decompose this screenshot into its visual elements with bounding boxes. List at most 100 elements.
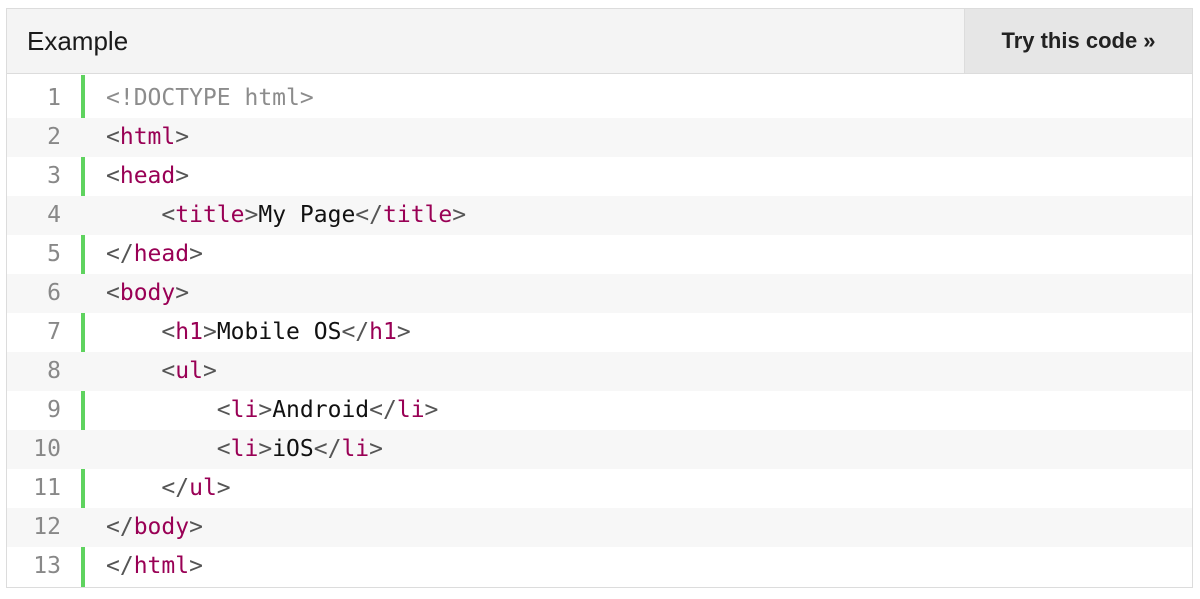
- bracket-token: </: [161, 475, 190, 501]
- code-line: 6 <body>: [7, 274, 1192, 313]
- tag-name-token: body: [133, 514, 190, 540]
- code-text: </body>: [106, 508, 203, 547]
- tag-name-token: ul: [175, 358, 203, 384]
- line-number: 1: [47, 85, 61, 111]
- tag-name-token: h1: [369, 319, 397, 345]
- text-token: My Page: [258, 202, 356, 228]
- try-this-code-button[interactable]: Try this code »: [964, 9, 1192, 73]
- line-number: 5: [47, 241, 61, 267]
- tag-name-token: title: [383, 202, 453, 228]
- line-number: 7: [47, 319, 61, 345]
- line-number: 12: [33, 514, 61, 540]
- tag-name-token: h1: [175, 319, 203, 345]
- text-token: iOS: [272, 436, 314, 462]
- bracket-token: >: [452, 202, 467, 228]
- bracket-token: </: [369, 397, 397, 423]
- bracket-token: >: [175, 163, 190, 189]
- bracket-token: </: [106, 241, 134, 267]
- bracket-token: <: [106, 163, 120, 189]
- tag-name-token: ul: [189, 475, 217, 501]
- bracket-token: </: [313, 436, 342, 462]
- code-text: </head>: [106, 235, 203, 274]
- example-header: Example Try this code »: [7, 9, 1192, 74]
- bracket-token: <: [161, 358, 176, 384]
- code-text: <ul>: [106, 352, 217, 391]
- bracket-token: >: [216, 475, 231, 501]
- code-line: 4 <title>My Page</title>: [7, 196, 1192, 235]
- line-number: 2: [47, 124, 61, 150]
- bracket-token: >: [175, 124, 190, 150]
- bracket-token: >: [396, 319, 411, 345]
- tag-name-token: li: [230, 436, 259, 462]
- bracket-token: </: [106, 553, 134, 579]
- bracket-token: >: [369, 436, 384, 462]
- tag-name-token: head: [119, 163, 176, 189]
- code-line: 1 <!DOCTYPE html>: [7, 79, 1192, 118]
- tag-name-token: li: [396, 397, 425, 423]
- code-line: 12 </body>: [7, 508, 1192, 547]
- code-text: <h1>Mobile OS</h1>: [106, 313, 411, 352]
- bracket-token: <: [216, 436, 231, 462]
- code-line: 7 <h1>Mobile OS</h1>: [7, 313, 1192, 352]
- bracket-token: >: [189, 553, 203, 579]
- tag-name-token: li: [230, 397, 259, 423]
- code-text: <li>iOS</li>: [106, 430, 383, 469]
- bracket-token: >: [189, 241, 203, 267]
- bracket-token: >: [202, 358, 217, 384]
- bracket-token: >: [244, 202, 259, 228]
- line-number: 11: [33, 475, 61, 501]
- code-text: <li>Android</li>: [106, 391, 439, 430]
- code-text: <title>My Page</title>: [106, 196, 466, 235]
- code-line: 9 <li>Android</li>: [7, 391, 1192, 430]
- bracket-token: <: [216, 397, 231, 423]
- line-number: 3: [47, 163, 61, 189]
- code-text: </ul>: [106, 469, 231, 508]
- line-number: 8: [47, 358, 61, 384]
- line-number: 10: [33, 436, 61, 462]
- bracket-token: <: [161, 202, 176, 228]
- text-token: Android: [272, 397, 370, 423]
- code-text: <!DOCTYPE html>: [106, 79, 314, 118]
- code-line: 8 <ul>: [7, 352, 1192, 391]
- line-number: 13: [33, 553, 61, 579]
- code-example-panel: Example Try this code » 1 <!DOCTYPE html>…: [6, 8, 1193, 588]
- line-number: 9: [47, 397, 61, 423]
- tag-name-token: html: [133, 553, 190, 579]
- code-text: <html>: [106, 118, 189, 157]
- code-text: <body>: [106, 274, 189, 313]
- bracket-token: <: [106, 280, 120, 306]
- tag-name-token: head: [133, 241, 190, 267]
- tag-name-token: body: [119, 280, 176, 306]
- code-block: 1 <!DOCTYPE html> 2 <html> 3 <head> 4 <title>M…: [7, 75, 1192, 587]
- line-number: 6: [47, 280, 61, 306]
- line-number: 4: [47, 202, 61, 228]
- code-line: 2 <html>: [7, 118, 1192, 157]
- bracket-token: >: [189, 514, 203, 540]
- bracket-token: >: [202, 319, 217, 345]
- bracket-token: </: [341, 319, 370, 345]
- code-line: 11 </ul>: [7, 469, 1192, 508]
- tag-name-token: html: [119, 124, 176, 150]
- bracket-token: >: [424, 397, 439, 423]
- example-title: Example: [27, 26, 129, 56]
- code-text: </html>: [106, 547, 203, 586]
- bracket-token: </: [106, 514, 134, 540]
- doctype-token: <!DOCTYPE html>: [106, 85, 314, 111]
- code-line: 3 <head>: [7, 157, 1192, 196]
- tag-name-token: li: [341, 436, 370, 462]
- code-text: <head>: [106, 157, 189, 196]
- bracket-token: <: [106, 124, 120, 150]
- bracket-token: >: [175, 280, 190, 306]
- bracket-token: </: [355, 202, 383, 228]
- bracket-token: >: [258, 397, 273, 423]
- code-line: 5 </head>: [7, 235, 1192, 274]
- tag-name-token: title: [175, 202, 245, 228]
- code-line: 13 </html>: [7, 547, 1192, 586]
- code-line: 10 <li>iOS</li>: [7, 430, 1192, 469]
